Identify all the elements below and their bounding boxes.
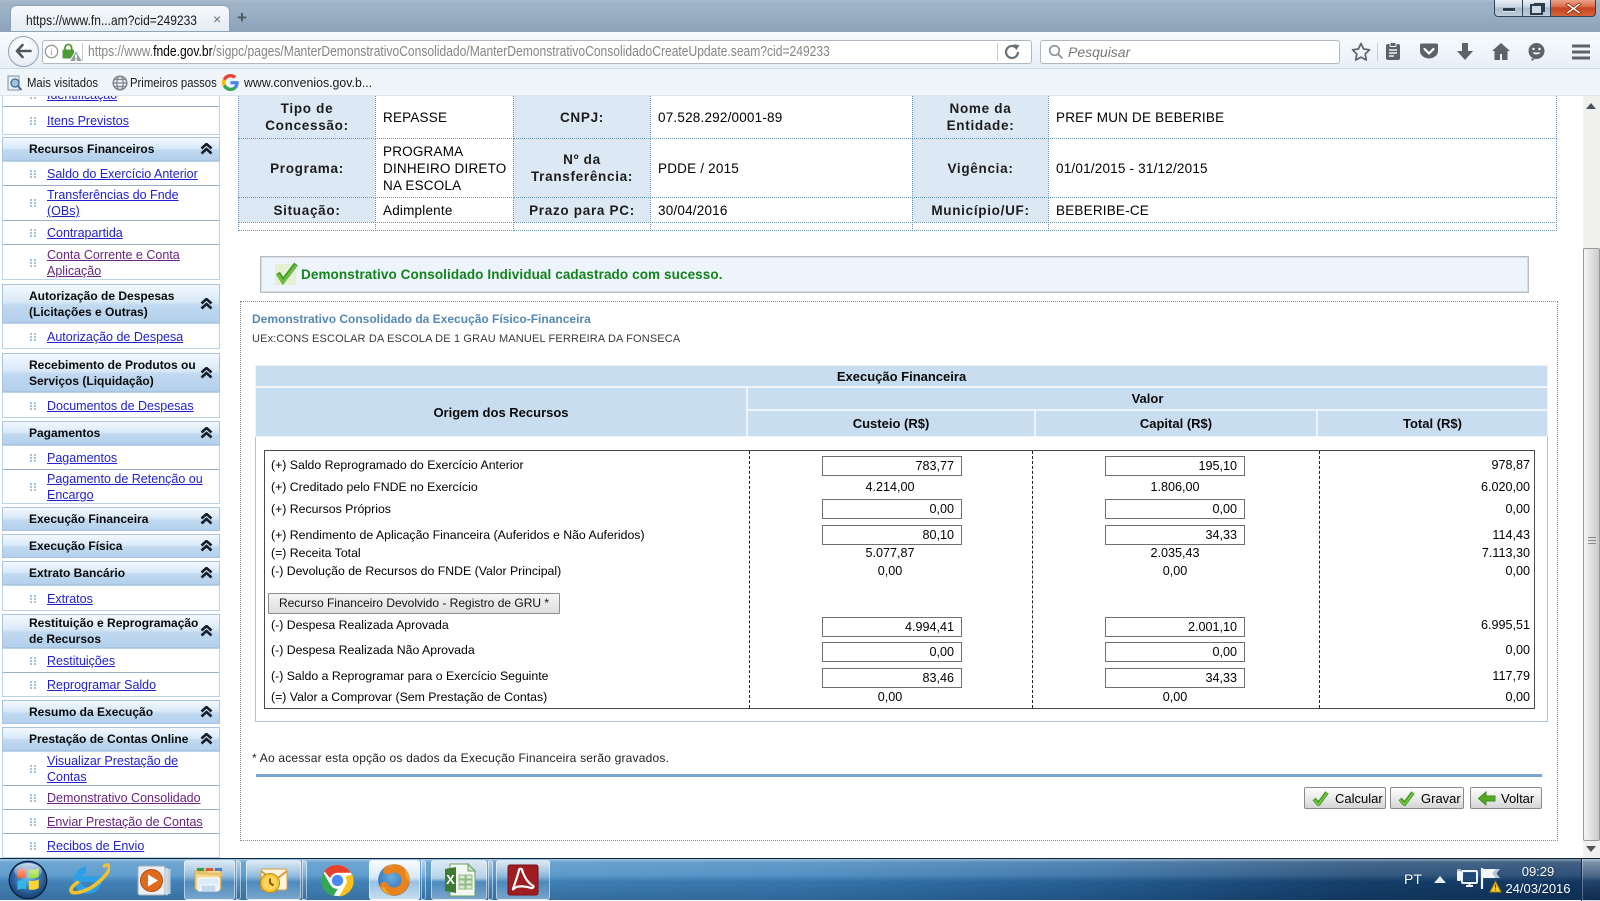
- svg-text:i: i: [50, 47, 53, 57]
- svg-text:!: !: [1494, 884, 1497, 893]
- svg-text:X: X: [446, 872, 455, 887]
